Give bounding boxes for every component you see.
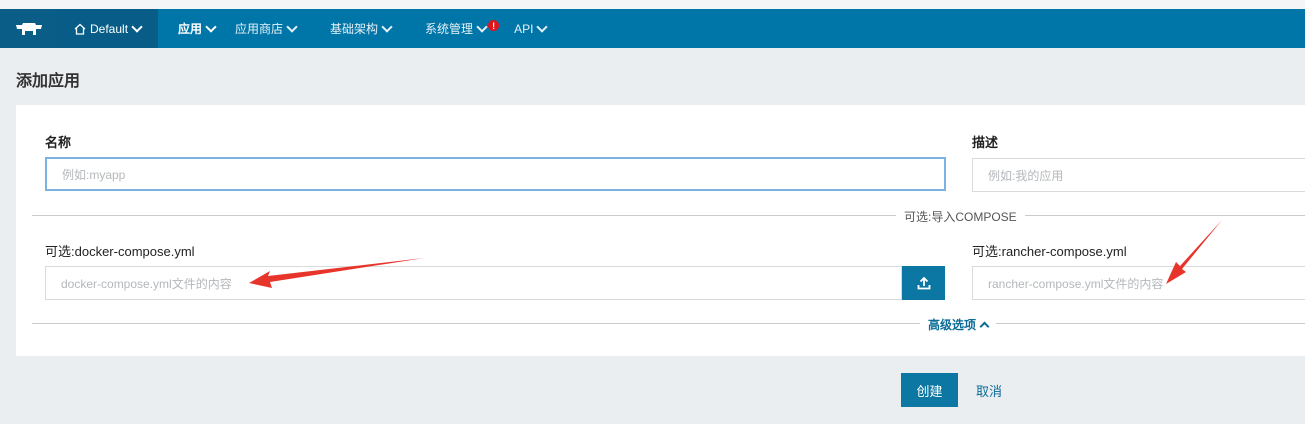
- cancel-link[interactable]: 取消: [976, 381, 1002, 400]
- top-navbar: Default 应用 应用商店 基础架构 系统管理 ! API: [0, 9, 1305, 48]
- import-compose-divider: 可选:导入COMPOSE: [896, 208, 1025, 225]
- home-icon: [74, 23, 86, 35]
- import-divider-line: [32, 215, 1305, 216]
- docker-compose-label: 可选:docker-compose.yml: [45, 244, 195, 259]
- create-button[interactable]: 创建: [901, 373, 958, 407]
- page-title: 添加应用: [16, 73, 81, 90]
- cow-logo-icon: [15, 22, 42, 35]
- advanced-options-toggle[interactable]: 高级选项: [920, 316, 997, 333]
- description-label: 描述: [972, 135, 999, 150]
- window-top-strip: [0, 0, 1305, 9]
- nav-item-label: API: [514, 21, 534, 36]
- chevron-down-icon: [476, 20, 488, 33]
- rancher-logo[interactable]: [0, 9, 57, 48]
- rancher-compose-label: 可选:rancher-compose.yml: [972, 244, 1127, 259]
- upload-icon: [917, 276, 930, 290]
- alert-badge: !: [488, 20, 500, 31]
- advanced-options-label: 高级选项: [928, 318, 977, 332]
- nav-item-infrastructure[interactable]: 基础架构: [296, 9, 393, 48]
- nav-item-label: 基础架构: [330, 22, 379, 36]
- upload-button[interactable]: [902, 266, 945, 300]
- nav-item-label: 系统管理: [425, 22, 474, 36]
- name-label: 名称: [45, 135, 72, 150]
- description-input[interactable]: 例如:我的应用: [972, 158, 1305, 192]
- nav-item-label: 应用商店: [235, 22, 284, 36]
- advanced-divider-line: [32, 323, 1305, 324]
- environment-label: Default: [90, 21, 129, 36]
- nav-item-admin[interactable]: 系统管理 !: [391, 9, 500, 48]
- nav-item-catalog[interactable]: 应用商店: [215, 9, 298, 48]
- name-input[interactable]: 例如:myapp: [45, 157, 946, 191]
- nav-item-apps[interactable]: 应用: [158, 9, 217, 48]
- rancher-compose-input[interactable]: rancher-compose.yml文件的内容: [972, 266, 1305, 300]
- nav-item-label: 应用: [178, 22, 203, 36]
- add-app-form: 名称 例如:myapp 描述 例如:我的应用 可选:导入COMPOSE 可选:d…: [16, 105, 1305, 356]
- nav-item-api[interactable]: API: [499, 9, 549, 48]
- chevron-down-icon: [536, 20, 549, 33]
- docker-compose-input[interactable]: docker-compose.yml文件的内容: [45, 266, 902, 300]
- environment-switcher[interactable]: Default: [57, 9, 158, 48]
- chevron-up-icon: [979, 321, 990, 332]
- chevron-down-icon: [131, 20, 143, 33]
